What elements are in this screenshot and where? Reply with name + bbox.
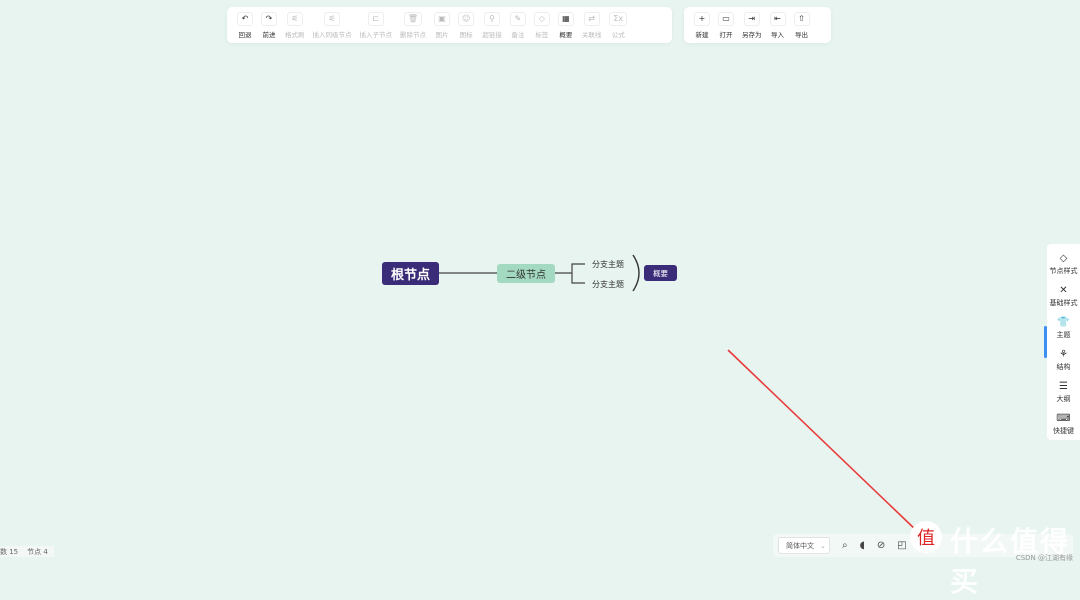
sidebar-label: 大纲 xyxy=(1057,394,1071,404)
minimap-icon[interactable]: ◰ xyxy=(897,540,906,551)
search-icon[interactable]: ⌕ xyxy=(842,540,848,551)
sidebar-icon: ✕ xyxy=(1059,285,1067,296)
root-node[interactable]: 根节点 xyxy=(382,262,439,285)
second-level-node[interactable]: 二级节点 xyxy=(497,264,555,283)
sidebar-button-3[interactable]: ⚘ 结构 xyxy=(1057,344,1071,376)
sidebar-button-4[interactable]: ☰ 大纲 xyxy=(1057,376,1071,408)
word-count: 数 15 xyxy=(0,547,18,557)
sidebar-icon: 👕 xyxy=(1057,317,1069,328)
language-select[interactable]: 简体中文 ⌄ xyxy=(778,537,830,554)
status-stats: 数 15 节点 4 xyxy=(0,546,54,557)
sidebar-icon: ◇ xyxy=(1060,253,1068,264)
summary-node[interactable]: 概要 xyxy=(644,265,677,281)
compass-icon[interactable]: ⊘ xyxy=(877,540,885,551)
red-arrow xyxy=(728,350,918,532)
sidebar-button-0[interactable]: ◇ 节点样式 xyxy=(1050,248,1078,280)
sidebar-icon: ⌨ xyxy=(1056,413,1070,424)
sidebar-button-5[interactable]: ⌨ 快捷键 xyxy=(1053,408,1074,440)
right-sidebar: ◇ 节点样式 ✕ 基础样式 👕 主题 ⚘ 结构 ☰ 大纲 ⌨ 快捷键 xyxy=(1047,244,1080,440)
sidebar-icon: ☰ xyxy=(1059,381,1068,392)
sidebar-label: 节点样式 xyxy=(1050,266,1078,276)
chevron-down-icon: ⌄ xyxy=(820,542,826,550)
sidebar-icon: ⚘ xyxy=(1059,349,1068,360)
language-value: 简体中文 xyxy=(786,541,814,551)
branch-node[interactable]: 分支主题 xyxy=(592,279,624,290)
credit-text: CSDN @江湖有缘 xyxy=(1016,553,1073,563)
branch-node[interactable]: 分支主题 xyxy=(592,259,624,270)
mouse-icon[interactable]: ◖ xyxy=(860,540,865,551)
sidebar-label: 结构 xyxy=(1057,362,1071,372)
sidebar-label: 快捷键 xyxy=(1053,426,1074,436)
watermark-logo: 值 xyxy=(910,521,942,553)
sidebar-button-2[interactable]: 👕 主题 xyxy=(1057,312,1071,344)
node-count: 节点 4 xyxy=(27,547,48,557)
sidebar-label: 基础样式 xyxy=(1050,298,1078,308)
sidebar-label: 主题 xyxy=(1057,330,1071,340)
sidebar-button-1[interactable]: ✕ 基础样式 xyxy=(1050,280,1078,312)
